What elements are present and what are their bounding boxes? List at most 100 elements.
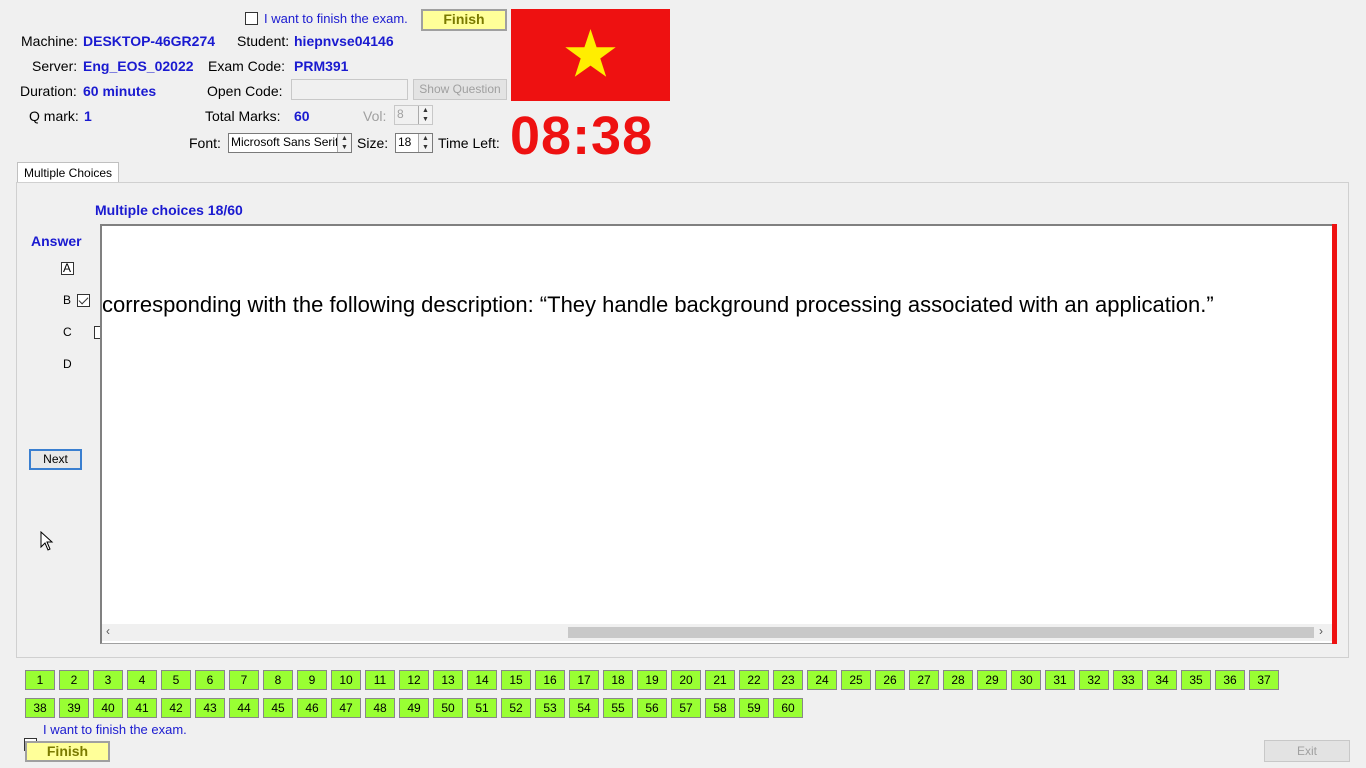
question-content-box[interactable]: corresponding with the following descrip… bbox=[100, 224, 1333, 644]
size-value: 18 bbox=[398, 135, 412, 149]
question-number-button[interactable]: 29 bbox=[977, 670, 1007, 690]
show-question-button[interactable]: Show Question bbox=[413, 79, 507, 100]
question-number-button[interactable]: 35 bbox=[1181, 670, 1211, 690]
question-number-button[interactable]: 8 bbox=[263, 670, 293, 690]
question-number-button[interactable]: 41 bbox=[127, 698, 157, 718]
question-number-button[interactable]: 10 bbox=[331, 670, 361, 690]
exam-code-label: Exam Code: bbox=[208, 58, 286, 74]
question-number-button[interactable]: 24 bbox=[807, 670, 837, 690]
tab-multiple-choices[interactable]: Multiple Choices bbox=[17, 162, 120, 183]
question-number-button[interactable]: 45 bbox=[263, 698, 293, 718]
question-number-button[interactable]: 9 bbox=[297, 670, 327, 690]
red-edge-marker bbox=[1332, 224, 1337, 644]
question-number-button[interactable]: 33 bbox=[1113, 670, 1143, 690]
question-number-button[interactable]: 4 bbox=[127, 670, 157, 690]
answer-checkbox-b[interactable] bbox=[77, 294, 91, 307]
exam-code-value: PRM391 bbox=[294, 58, 349, 74]
font-spin-icon[interactable]: ▲ ▼ bbox=[337, 134, 351, 152]
finish-exam-label-top: I want to finish the exam. bbox=[264, 11, 408, 26]
scrollbar-thumb[interactable] bbox=[568, 627, 1314, 638]
question-number-button[interactable]: 60 bbox=[773, 698, 803, 718]
question-number-button[interactable]: 42 bbox=[161, 698, 191, 718]
question-number-button[interactable]: 39 bbox=[59, 698, 89, 718]
question-number-button[interactable]: 58 bbox=[705, 698, 735, 718]
size-spin-icon[interactable]: ▲ ▼ bbox=[418, 134, 432, 152]
answer-label-b: B bbox=[63, 293, 72, 307]
question-number-button[interactable]: 1 bbox=[25, 670, 55, 690]
scroll-left-icon[interactable]: ‹ bbox=[106, 624, 110, 638]
answer-label-d: D bbox=[63, 357, 72, 371]
question-number-button[interactable]: 13 bbox=[433, 670, 463, 690]
student-label: Student: bbox=[237, 33, 290, 49]
question-number-button[interactable]: 15 bbox=[501, 670, 531, 690]
question-number-button[interactable]: 28 bbox=[943, 670, 973, 690]
question-number-button[interactable]: 55 bbox=[603, 698, 633, 718]
question-number-button[interactable]: 57 bbox=[671, 698, 701, 718]
question-number-button[interactable]: 32 bbox=[1079, 670, 1109, 690]
question-number-button[interactable]: 16 bbox=[535, 670, 565, 690]
question-number-button[interactable]: 46 bbox=[297, 698, 327, 718]
open-code-input[interactable] bbox=[291, 79, 408, 100]
size-stepper[interactable]: 18 ▲ ▼ bbox=[395, 133, 433, 153]
size-label: Size: bbox=[357, 135, 389, 151]
question-number-button[interactable]: 49 bbox=[399, 698, 429, 718]
question-number-button[interactable]: 26 bbox=[875, 670, 905, 690]
question-number-button[interactable]: 21 bbox=[705, 670, 735, 690]
question-number-button[interactable]: 34 bbox=[1147, 670, 1177, 690]
question-number-button[interactable]: 27 bbox=[909, 670, 939, 690]
question-number-button[interactable]: 6 bbox=[195, 670, 225, 690]
question-number-button[interactable]: 3 bbox=[93, 670, 123, 690]
question-number-button[interactable]: 2 bbox=[59, 670, 89, 690]
exit-button[interactable]: Exit bbox=[1264, 740, 1350, 762]
question-number-button[interactable]: 56 bbox=[637, 698, 667, 718]
finish-button-top[interactable]: Finish bbox=[421, 9, 507, 31]
question-number-button[interactable]: 51 bbox=[467, 698, 497, 718]
total-marks-label: Total Marks: bbox=[205, 108, 281, 124]
question-number-button[interactable]: 37 bbox=[1249, 670, 1279, 690]
question-number-button[interactable]: 22 bbox=[739, 670, 769, 690]
vol-label: Vol: bbox=[363, 108, 387, 124]
font-label: Font: bbox=[189, 135, 221, 151]
vol-stepper[interactable]: 8 ▲ ▼ bbox=[394, 105, 433, 125]
question-number-button[interactable]: 12 bbox=[399, 670, 429, 690]
question-number-button[interactable]: 54 bbox=[569, 698, 599, 718]
qmark-label: Q mark: bbox=[29, 108, 79, 124]
question-number-button[interactable]: 30 bbox=[1011, 670, 1041, 690]
time-left-value: 08:38 bbox=[510, 106, 654, 166]
server-label: Server: bbox=[32, 58, 78, 74]
question-number-button[interactable]: 43 bbox=[195, 698, 225, 718]
time-left-label: Time Left: bbox=[438, 135, 500, 151]
font-selector[interactable]: Microsoft Sans Serif ▲ ▼ bbox=[228, 133, 352, 153]
question-number-button[interactable]: 7 bbox=[229, 670, 259, 690]
finish-exam-checkbox-top[interactable] bbox=[245, 12, 258, 25]
vol-spin-icon[interactable]: ▲ ▼ bbox=[418, 106, 432, 124]
question-number-button[interactable]: 17 bbox=[569, 670, 599, 690]
question-number-button[interactable]: 59 bbox=[739, 698, 769, 718]
next-button[interactable]: Next bbox=[29, 449, 82, 470]
question-number-button[interactable]: 18 bbox=[603, 670, 633, 690]
question-number-button[interactable]: 40 bbox=[93, 698, 123, 718]
finish-exam-label-bottom: I want to finish the exam. bbox=[43, 722, 187, 737]
question-number-button[interactable]: 31 bbox=[1045, 670, 1075, 690]
question-number-button[interactable]: 25 bbox=[841, 670, 871, 690]
duration-value: 60 minutes bbox=[83, 83, 157, 99]
server-value: Eng_EOS_02022 bbox=[83, 58, 194, 74]
question-number-button[interactable]: 47 bbox=[331, 698, 361, 718]
question-number-button[interactable]: 23 bbox=[773, 670, 803, 690]
question-number-button[interactable]: 20 bbox=[671, 670, 701, 690]
question-number-button[interactable]: 52 bbox=[501, 698, 531, 718]
answer-label-c: C bbox=[63, 325, 72, 339]
question-number-button[interactable]: 48 bbox=[365, 698, 395, 718]
question-number-button[interactable]: 14 bbox=[467, 670, 497, 690]
question-number-button[interactable]: 44 bbox=[229, 698, 259, 718]
question-number-button[interactable]: 36 bbox=[1215, 670, 1245, 690]
question-number-button[interactable]: 11 bbox=[365, 670, 395, 690]
question-number-button[interactable]: 19 bbox=[637, 670, 667, 690]
horizontal-scrollbar[interactable]: ‹ › bbox=[102, 624, 1332, 641]
question-number-button[interactable]: 53 bbox=[535, 698, 565, 718]
question-number-button[interactable]: 50 bbox=[433, 698, 463, 718]
scroll-right-icon[interactable]: › bbox=[1319, 624, 1323, 638]
finish-button-bottom[interactable]: Finish bbox=[25, 741, 110, 762]
question-number-button[interactable]: 5 bbox=[161, 670, 191, 690]
question-number-button[interactable]: 38 bbox=[25, 698, 55, 718]
